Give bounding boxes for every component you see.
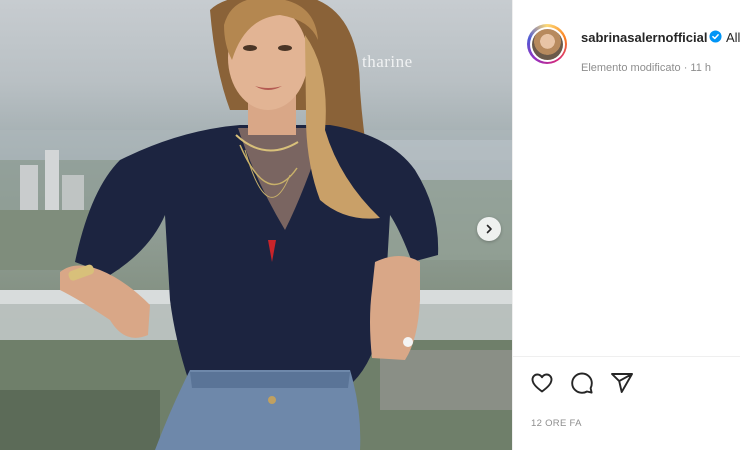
post-timestamp[interactable]: 12 ORE FA [531, 418, 582, 429]
share-icon [611, 373, 633, 393]
verified-badge-icon [709, 30, 722, 43]
avatar-image [531, 28, 563, 60]
comment-icon [571, 372, 593, 394]
avatar[interactable] [527, 24, 567, 64]
photo-watermark-text: tharine [362, 52, 413, 71]
edited-label: Elemento modificato · 11 h [581, 62, 712, 74]
photo-scene [0, 0, 512, 450]
header-trailing-text[interactable]: All [726, 30, 740, 45]
action-bar [529, 370, 635, 396]
like-button[interactable] [529, 370, 555, 396]
divider [513, 356, 740, 357]
chevron-right-icon [486, 224, 492, 234]
comment-button[interactable] [569, 370, 595, 396]
post-image[interactable]: tharine [0, 0, 512, 450]
post-header: sabrinasalernofficial All Elemento modif… [513, 12, 740, 74]
post-side-panel: sabrinasalernofficial All Elemento modif… [512, 0, 740, 450]
share-button[interactable] [609, 370, 635, 396]
next-image-button[interactable] [477, 217, 501, 241]
heart-icon [531, 373, 553, 393]
username-link[interactable]: sabrinasalernofficial [581, 30, 707, 45]
